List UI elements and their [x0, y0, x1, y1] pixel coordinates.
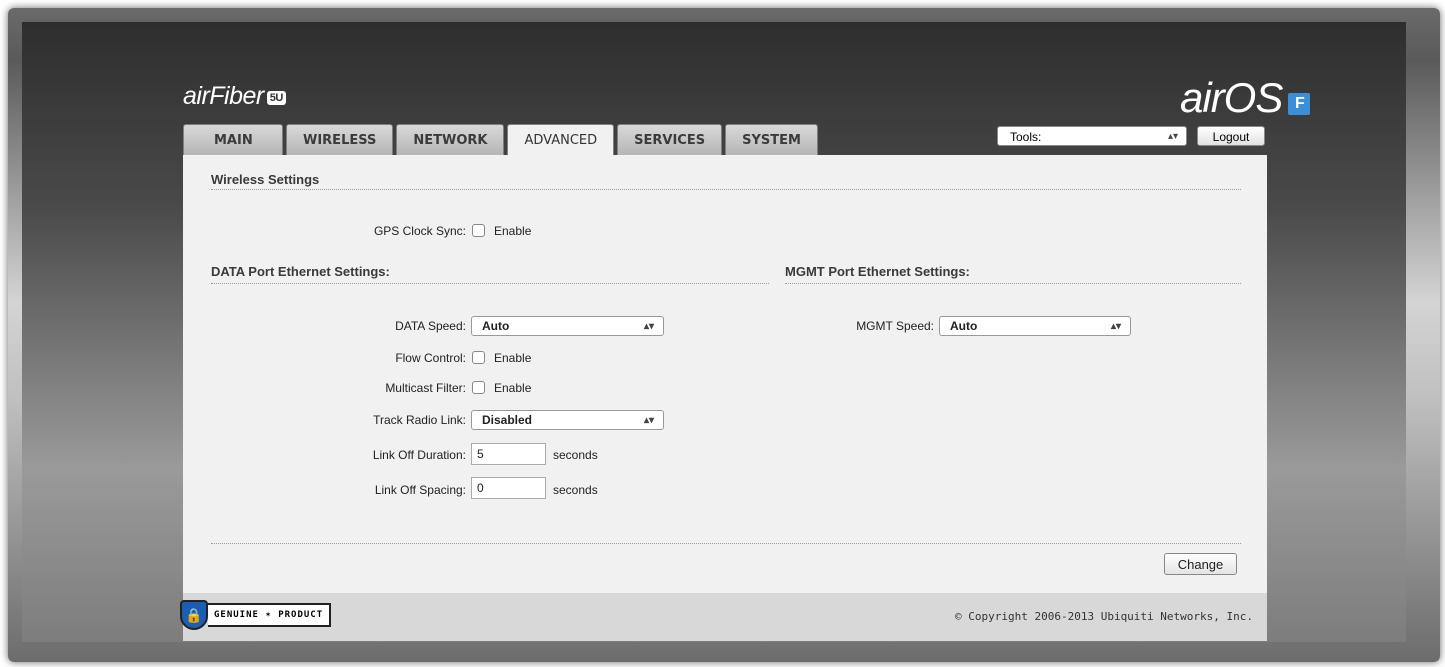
- section-divider: [211, 283, 769, 284]
- tab-main[interactable]: MAIN: [183, 124, 283, 155]
- airos-logo: airOS F: [1180, 74, 1311, 122]
- flow-control-label: Flow Control:: [395, 351, 466, 365]
- wireless-settings-title: Wireless Settings: [211, 172, 320, 187]
- settings-panel: [183, 155, 1267, 593]
- track-radio-link-label: Track Radio Link:: [373, 413, 466, 427]
- tab-services[interactable]: SERVICES: [617, 124, 723, 155]
- link-off-duration-label: Link Off Duration:: [372, 448, 466, 462]
- section-divider: [785, 283, 1241, 284]
- data-speed-select[interactable]: Auto ▴▾: [471, 316, 664, 336]
- select-arrows-icon: ▴▾: [1110, 321, 1121, 332]
- logout-button[interactable]: Logout: [1197, 126, 1265, 146]
- airfiber-logo-text: airFiber: [183, 82, 264, 110]
- genuine-product-text: GENUINE ✶ PRODUCT: [208, 603, 332, 627]
- section-divider: [211, 189, 1241, 190]
- product-text: PRODUCT: [278, 610, 324, 620]
- link-off-spacing-label: Link Off Spacing:: [374, 483, 466, 497]
- link-off-spacing-input[interactable]: 0: [471, 477, 546, 499]
- select-arrows-icon: ▴▾: [643, 415, 654, 426]
- mgmt-speed-label: MGMT Speed:: [856, 319, 934, 333]
- multicast-filter-label: Multicast Filter:: [385, 381, 466, 395]
- select-arrows-icon: ▴▾: [643, 321, 654, 332]
- copyright-text: © Copyright 2006-2013 Ubiquiti Networks,…: [955, 610, 1254, 623]
- data-speed-value: Auto: [482, 319, 510, 333]
- tab-wireless[interactable]: WIRELESS: [286, 124, 394, 155]
- data-port-title: DATA Port Ethernet Settings:: [211, 264, 390, 279]
- airfiber-logo: airFiber 5U: [183, 82, 286, 111]
- airos-f-badge: F: [1288, 93, 1311, 115]
- mgmt-speed-select[interactable]: Auto ▴▾: [939, 316, 1131, 336]
- flow-control-checkbox[interactable]: [472, 351, 485, 364]
- track-radio-link-value: Disabled: [482, 413, 533, 427]
- change-button[interactable]: Change: [1164, 553, 1237, 575]
- multicast-filter-checkbox[interactable]: [472, 381, 485, 394]
- multicast-filter-enable-label: Enable: [494, 381, 532, 395]
- gps-clock-sync-checkbox[interactable]: [472, 224, 485, 237]
- flow-control-enable-label: Enable: [494, 351, 532, 365]
- ubiquiti-mark-icon: ✶: [265, 610, 272, 620]
- link-off-duration-input[interactable]: 5: [471, 443, 546, 465]
- genuine-product-badge: 🔒 GENUINE ✶ PRODUCT: [180, 600, 332, 630]
- data-speed-label: DATA Speed:: [395, 319, 466, 333]
- mgmt-speed-value: Auto: [950, 319, 978, 333]
- track-radio-link-select[interactable]: Disabled ▴▾: [471, 410, 664, 430]
- airos-logo-text: airOS: [1180, 74, 1283, 121]
- lock-shield-icon: 🔒: [180, 600, 208, 630]
- select-arrows-icon: ▴▾: [1167, 131, 1178, 142]
- gps-clock-sync-label: GPS Clock Sync:: [373, 224, 466, 238]
- genuine-text: GENUINE: [214, 610, 259, 620]
- tools-select-value: Tools:: [1010, 130, 1042, 144]
- tab-system[interactable]: SYSTEM: [725, 124, 818, 155]
- main-tabs: MAIN WIRELESS NETWORK ADVANCED SERVICES …: [183, 124, 821, 156]
- tab-network[interactable]: NETWORK: [396, 124, 505, 155]
- link-off-duration-unit: seconds: [553, 448, 598, 462]
- link-off-spacing-unit: seconds: [553, 483, 598, 497]
- tools-select[interactable]: Tools: ▴▾: [997, 126, 1187, 146]
- gps-clock-sync-enable-label: Enable: [494, 224, 532, 238]
- section-divider: [211, 543, 1241, 544]
- tab-advanced[interactable]: ADVANCED: [507, 124, 615, 156]
- model-badge: 5U: [266, 91, 286, 105]
- mgmt-port-title: MGMT Port Ethernet Settings:: [785, 264, 970, 279]
